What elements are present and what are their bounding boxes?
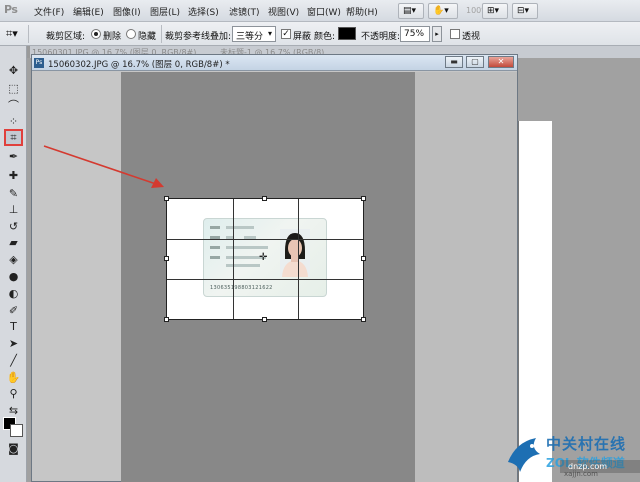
watermark-brand: 中关村在线 — [546, 435, 627, 453]
zol-logo-icon — [508, 438, 540, 472]
watermark-url-bar: dnzp.com — [560, 460, 640, 473]
annotation-arrow — [43, 145, 164, 188]
watermark: 中关村在线 ZOL 软件频道 xajjn.com — [502, 430, 640, 482]
